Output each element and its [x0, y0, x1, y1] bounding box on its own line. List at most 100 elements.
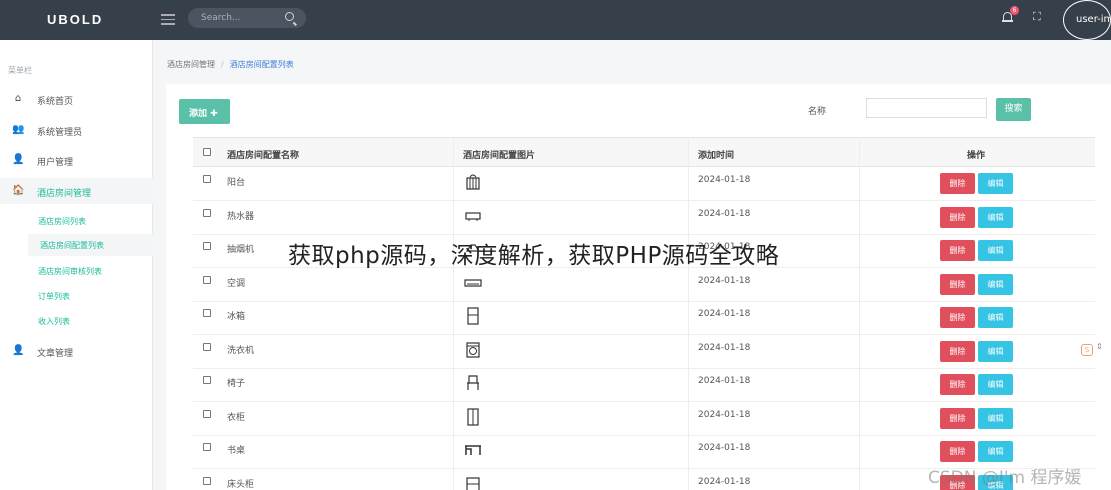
edit-button[interactable]: 编辑 [978, 206, 1013, 228]
sidebar-item-users[interactable]: 👤 用户管理 [0, 147, 153, 173]
row-checkbox[interactable] [203, 409, 211, 418]
column-divider [859, 137, 860, 490]
sidebar: 菜单栏 ⌂ 系统首页 👥 系统管理员 👤 用户管理 🏠 酒店房间管理 酒店房间列… [0, 40, 153, 490]
search-input[interactable]: Search... [188, 8, 306, 28]
edit-button[interactable]: 编辑 [978, 240, 1013, 261]
overlay-title: 获取php源码，深度解析，获取PHP源码全攻略 [288, 243, 780, 269]
row-date: 2024-01-18 [698, 376, 751, 386]
search-placeholder: Search... [201, 13, 241, 23]
logo[interactable]: UBOLD [47, 12, 103, 27]
row-checkbox[interactable] [203, 275, 211, 284]
table-row: 阳台 2024-01-18 删除 编辑 [193, 167, 1095, 201]
table-row: 衣柜 2024-01-18 删除 编辑 [193, 402, 1095, 436]
table-row: 空调 2024-01-18 删除 编辑 [193, 268, 1095, 302]
row-date: 2024-01-18 [698, 309, 751, 319]
desk-icon [465, 445, 481, 455]
row-date: 2024-01-18 [698, 342, 751, 353]
edit-button[interactable]: 编辑 [978, 173, 1013, 194]
row-name: 洗衣机 [227, 345, 255, 356]
row-checkbox[interactable] [203, 309, 211, 317]
add-button-label: 添加 [189, 109, 208, 119]
sidebar-subitem-income[interactable]: 收入列表 [38, 316, 70, 327]
home-filled-icon: 🏠 [12, 185, 25, 196]
row-name: 热水器 [227, 211, 255, 222]
sidebar-item-label: 酒店房间管理 [37, 189, 92, 199]
notification-badge: 6 [1010, 6, 1019, 15]
sidebar-subitem-room-list[interactable]: 酒店房间列表 [38, 216, 86, 227]
delete-button[interactable]: 删除 [940, 173, 975, 194]
row-date: 2024-01-18 [698, 443, 751, 453]
row-checkbox[interactable] [203, 443, 211, 451]
delete-button[interactable]: 删除 [940, 441, 975, 462]
fullscreen-icon[interactable]: ⛶ [1033, 11, 1044, 22]
user-icon: 👤 [12, 154, 25, 165]
sidebar-subitem-orders[interactable]: 订单列表 [38, 291, 70, 302]
floating-tool-icon[interactable]: S [1081, 344, 1093, 356]
edit-button[interactable]: 编辑 [978, 441, 1013, 462]
air-conditioner-icon [464, 278, 482, 287]
table-header: 酒店房间配置名称 酒店房间配置图片 添加时间 操作 [193, 137, 1095, 167]
sidebar-item-admins[interactable]: 👥 系统管理员 [0, 117, 153, 143]
row-checkbox[interactable] [203, 376, 211, 384]
table-row: 热水器 2024-01-18 删除 编辑 [193, 201, 1095, 235]
row-checkbox[interactable] [203, 175, 211, 183]
sidebar-item-home[interactable]: ⌂ 系统首页 [0, 86, 153, 112]
delete-button[interactable]: 删除 [940, 273, 975, 295]
wardrobe-icon [467, 407, 479, 426]
chair-icon [467, 375, 479, 390]
plus-icon: ✚ [210, 109, 218, 119]
header-name: 酒店房间配置名称 [227, 151, 300, 161]
sidebar-subitem-room-config[interactable]: 酒店房间配置列表 [28, 234, 153, 256]
name-filter-label: 名称 [808, 107, 827, 117]
row-checkbox[interactable] [203, 476, 211, 485]
edit-button[interactable]: 编辑 [978, 307, 1013, 328]
edit-button[interactable]: 编辑 [978, 407, 1013, 429]
nightstand-icon [466, 476, 480, 490]
row-name: 椅子 [227, 379, 246, 389]
avatar[interactable]: user-img [1063, 0, 1111, 40]
row-checkbox[interactable] [203, 342, 211, 351]
fridge-icon [467, 307, 479, 325]
row-name: 书桌 [227, 446, 246, 456]
edit-button[interactable]: 编辑 [978, 340, 1013, 362]
row-name: 空调 [227, 278, 246, 289]
row-name: 抽烟机 [227, 245, 255, 255]
delete-button[interactable]: 删除 [940, 407, 975, 429]
delete-button[interactable]: 删除 [940, 206, 975, 228]
delete-button[interactable]: 删除 [940, 340, 975, 362]
delete-button[interactable]: 删除 [940, 374, 975, 395]
search-button[interactable]: 搜索 [996, 98, 1031, 121]
delete-button[interactable]: 删除 [940, 240, 975, 261]
row-date: 2024-01-18 [698, 409, 751, 420]
row-checkbox[interactable] [203, 242, 211, 250]
delete-button[interactable]: 删除 [940, 307, 975, 328]
sidebar-subitem-label: 酒店房间配置列表 [40, 241, 104, 250]
scroll-arrows-icon[interactable]: ⇕ [1096, 342, 1103, 351]
header-actions: 操作 [967, 151, 986, 161]
row-name: 床头柜 [227, 479, 255, 490]
sidebar-subitem-room-review[interactable]: 酒店房间审核列表 [38, 266, 102, 277]
edit-button[interactable]: 编辑 [978, 273, 1013, 295]
row-name: 阳台 [227, 178, 246, 188]
sidebar-item-articles[interactable]: 👤 文章管理 [0, 338, 153, 364]
name-filter-input[interactable] [866, 98, 987, 118]
breadcrumb: 酒店房间管理 / 酒店房间配置列表 [167, 60, 294, 69]
menu-toggle-icon[interactable] [161, 11, 175, 27]
balcony-icon [466, 174, 480, 190]
row-checkbox[interactable] [203, 208, 211, 217]
edit-button[interactable]: 编辑 [978, 374, 1013, 395]
row-date: 2024-01-18 [698, 476, 751, 487]
select-all-checkbox[interactable] [203, 148, 211, 156]
table-row: 椅子 2024-01-18 删除 编辑 [193, 368, 1095, 402]
column-divider [688, 137, 689, 490]
row-name: 衣柜 [227, 412, 246, 423]
table-row: 冰箱 2024-01-18 删除 编辑 [193, 301, 1095, 335]
breadcrumb-current: 酒店房间配置列表 [229, 60, 294, 69]
sidebar-item-rooms[interactable]: 🏠 酒店房间管理 [0, 178, 153, 204]
search-icon[interactable] [285, 12, 294, 21]
row-date: 2024-01-18 [698, 175, 751, 185]
add-button[interactable]: 添加 ✚ [179, 99, 230, 124]
breadcrumb-parent[interactable]: 酒店房间管理 [167, 60, 215, 69]
table-row: 洗衣机 2024-01-18 删除 编辑 [193, 335, 1095, 369]
sidebar-item-label: 系统管理员 [37, 128, 83, 138]
